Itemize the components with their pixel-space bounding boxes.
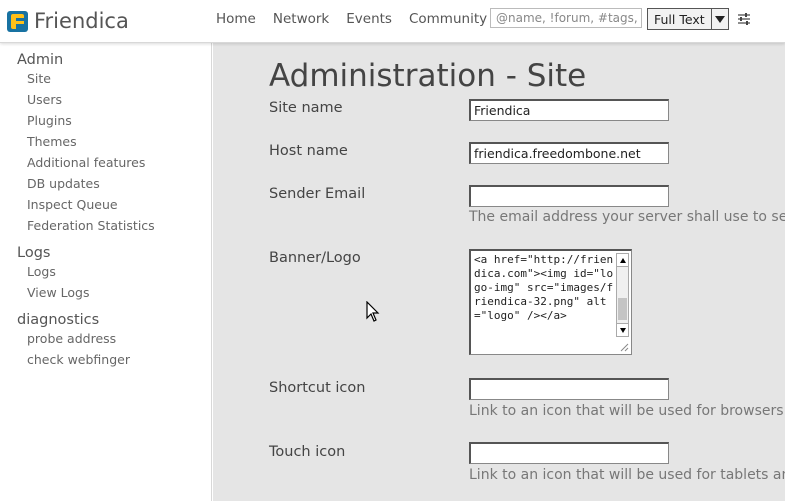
sender-email-input[interactable] (469, 185, 669, 207)
sidebar-group-diagnostics: diagnostics probe address check webfinge… (17, 312, 211, 370)
sidebar-item-view-logs[interactable]: View Logs (27, 282, 211, 303)
nav-network[interactable]: Network (273, 11, 329, 27)
banner-logo-textarea[interactable]: <a href="http://friendica.com"><img id="… (469, 249, 632, 355)
sidebar-group-admin: Admin Site Users Plugins Themes Addition… (17, 52, 211, 236)
sender-email-label: Sender Email (269, 186, 366, 202)
sidebar-item-logs[interactable]: Logs (27, 261, 211, 282)
search-input[interactable]: @name, !forum, #tags, content (490, 8, 642, 28)
friendica-logo-icon (7, 10, 28, 32)
sidebar-item-db-updates[interactable]: DB updates (27, 173, 211, 194)
sidebar-item-additional-features[interactable]: Additional features (27, 152, 211, 173)
sliders-icon[interactable] (737, 12, 751, 26)
touch-icon-input[interactable] (469, 442, 669, 464)
host-name-input[interactable]: friendica.freedombone.net (469, 142, 669, 164)
sidebar-title-admin: Admin (17, 52, 64, 68)
shortcut-icon-input[interactable] (469, 378, 669, 400)
textarea-scrollbar[interactable] (616, 253, 629, 337)
nav-community[interactable]: Community (409, 11, 487, 27)
sidebar-title-diagnostics: diagnostics (17, 312, 100, 328)
page-title: Administration - Site (269, 58, 587, 94)
mouse-cursor-icon (366, 301, 380, 322)
main-content: Administration - Site Site name Friendic… (213, 43, 785, 501)
main-nav: Home Network Events Community (216, 11, 504, 27)
nav-home[interactable]: Home (216, 11, 256, 27)
touch-icon-help: Link to an icon that will be used for ta… (469, 467, 785, 483)
sidebar-item-probe-address[interactable]: probe address (27, 328, 211, 349)
shortcut-icon-help: Link to an icon that will be used for br… (469, 403, 785, 419)
banner-logo-value: <a href="http://friendica.com"><img id="… (474, 253, 614, 322)
scroll-down-icon[interactable] (617, 323, 628, 336)
sidebar-title-logs: Logs (17, 245, 51, 261)
sidebar-item-users[interactable]: Users (27, 89, 211, 110)
search-type-label: Full Text (654, 11, 705, 27)
sidebar-group-logs: Logs Logs View Logs (17, 245, 211, 303)
chevron-down-icon[interactable] (711, 9, 728, 29)
sidebar-item-site[interactable]: Site (27, 68, 211, 89)
sidebar-item-plugins[interactable]: Plugins (27, 110, 211, 131)
shortcut-icon-label: Shortcut icon (269, 380, 366, 396)
touch-icon-label: Touch icon (269, 444, 346, 460)
brand[interactable]: Friendica (7, 9, 129, 33)
host-name-label: Host name (269, 143, 348, 159)
sidebar-item-inspect-queue[interactable]: Inspect Queue (27, 194, 211, 215)
sidebar-item-themes[interactable]: Themes (27, 131, 211, 152)
nav-events[interactable]: Events (346, 11, 392, 27)
sender-email-help: The email address your server shall use … (469, 209, 785, 225)
brand-name[interactable]: Friendica (34, 9, 129, 33)
admin-sidebar: Admin Site Users Plugins Themes Addition… (0, 43, 212, 501)
search-type-select[interactable]: Full Text (647, 8, 729, 30)
sidebar-item-federation-statistics[interactable]: Federation Statistics (27, 215, 211, 236)
resize-grip-icon[interactable] (619, 342, 629, 352)
scroll-up-icon[interactable] (617, 254, 628, 267)
scroll-thumb[interactable] (618, 298, 627, 320)
banner-logo-label: Banner/Logo (269, 250, 361, 266)
sidebar-item-check-webfinger[interactable]: check webfinger (27, 349, 211, 370)
site-name-label: Site name (269, 100, 343, 116)
top-navbar: Friendica Home Network Events Community … (0, 0, 785, 43)
site-name-input[interactable]: Friendica (469, 99, 669, 121)
